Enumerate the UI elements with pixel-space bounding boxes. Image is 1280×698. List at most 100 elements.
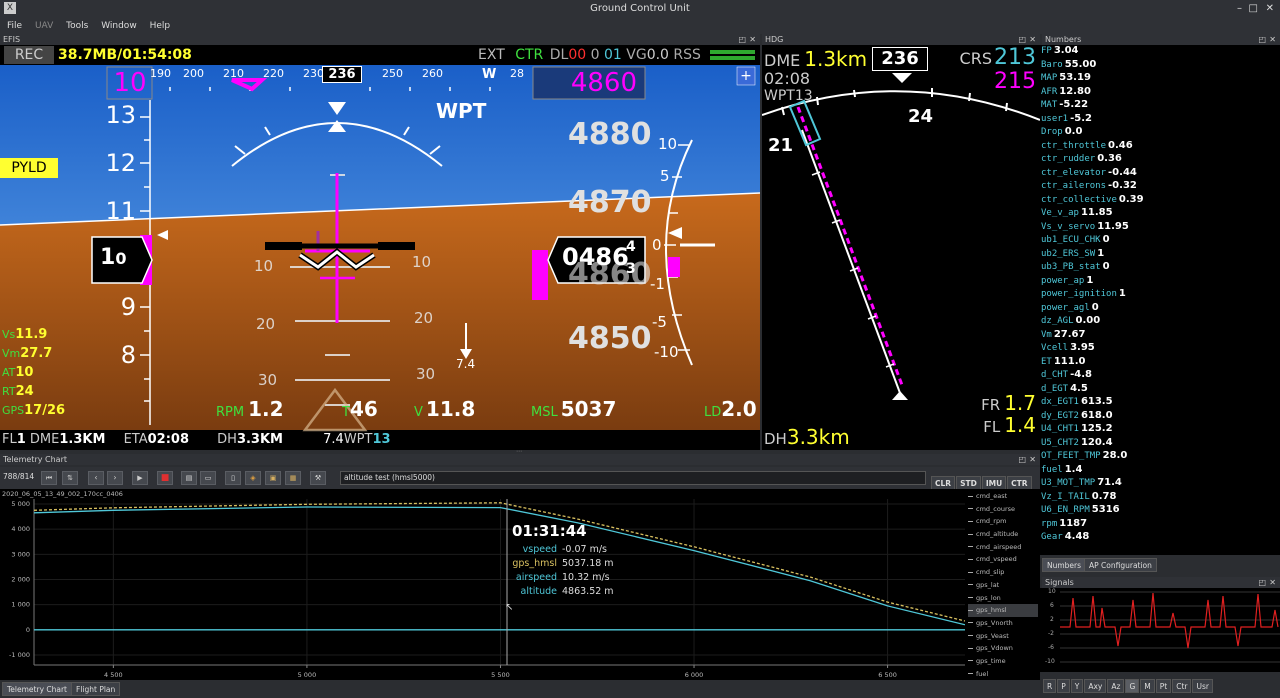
panel-close-icon[interactable]: ✕ [1029, 34, 1036, 45]
mode-btn-clr[interactable]: CLR [931, 476, 956, 490]
record-stop-icon[interactable]: ■ [157, 471, 173, 485]
menu-help[interactable]: Help [150, 21, 171, 31]
rec-label: REC [4, 46, 54, 64]
hdg-dme: DME 1.3km [764, 47, 867, 71]
tab-ap-configuration[interactable]: AP Configuration [1084, 558, 1157, 572]
mode-btn-ctr[interactable]: CTR [1007, 476, 1032, 490]
legend-label: cmd_rpm [976, 517, 1007, 526]
minimize-icon[interactable]: – [1237, 0, 1242, 18]
tools-icon[interactable]: ⚒ [310, 471, 326, 485]
legend-item[interactable]: cmd_altitude [968, 528, 1038, 541]
signal-btn-y[interactable]: Y [1070, 679, 1084, 693]
efis-bottom-bar: FL1 DME1.3KM ETA02:08 DH3.3KM 7.4WPT13 [2, 431, 391, 449]
panel-float-icon[interactable]: ◰ [738, 34, 746, 45]
number-key: U5_CHT2 [1041, 437, 1079, 448]
legend-item[interactable]: gps_Veast [968, 630, 1038, 643]
panel-float-icon[interactable]: ◰ [1258, 577, 1266, 588]
legend-item[interactable]: cmd_vspeed [968, 553, 1038, 566]
panel-close-icon[interactable]: ✕ [1269, 34, 1276, 45]
signal-btn-az[interactable]: Az [1107, 679, 1125, 693]
telemetry-search-input[interactable]: altitude test (hmsl5000) [340, 471, 926, 485]
legend-item[interactable]: gps_time [968, 655, 1038, 668]
document-icon[interactable]: ▯ [225, 471, 241, 485]
tab-numbers[interactable]: Numbers [1042, 558, 1087, 572]
at-label: AT [2, 366, 16, 379]
fl-value: 1 [16, 432, 26, 447]
maximize-icon[interactable]: □ [1249, 0, 1258, 18]
rpm-readout: RPM 1.2 [216, 397, 284, 421]
menu-tools[interactable]: Tools [66, 21, 88, 31]
signal-btn-r[interactable]: R [1043, 679, 1057, 693]
rewind-icon[interactable]: ⏮ [41, 471, 57, 485]
tooltip-rows: vspeed -0.07 m/s gps_hmsl 5037.18 m airspeed… [512, 543, 662, 599]
splitter-handle[interactable]: ⋯ [516, 449, 526, 455]
y-tick-label: 2 000 [11, 575, 30, 583]
number-value: 1187 [1059, 517, 1088, 529]
menu-window[interactable]: Window [101, 21, 137, 31]
numbers-panel: FP 3.04 Baro 55.00 MAP 53.19 AFR 12.80 MAT -5.22 u… [1040, 45, 1280, 555]
tab-flight-plan[interactable]: Flight Plan [71, 682, 121, 696]
numbers-panel-header: Numbers ◰ ✕ [1042, 34, 1280, 45]
vs-tick-label: 10 [658, 135, 678, 153]
legend-item[interactable]: gps_lat [968, 579, 1038, 592]
next-icon[interactable]: › [107, 471, 123, 485]
t-readout: T46 [342, 397, 378, 421]
number-key: dz_AGL [1041, 316, 1074, 326]
wpt-bottom-value: 13 [372, 432, 391, 447]
tab-telemetry-chart[interactable]: Telemetry Chart [2, 682, 72, 696]
number-row: rpm 1187 [1041, 518, 1280, 532]
menu-file[interactable]: File [7, 21, 22, 31]
panel-close-icon[interactable]: ✕ [749, 34, 756, 45]
panel-close-icon[interactable]: ✕ [1269, 577, 1276, 588]
window-titlebar: X Ground Control Unit – □ ✕ [0, 0, 1280, 18]
signal-btn-ctr[interactable]: Ctr [1172, 679, 1192, 693]
speed-readout-main: 1 [100, 245, 116, 270]
menu-uav[interactable]: UAV [35, 21, 53, 31]
archive-icon[interactable]: ▦ [285, 471, 301, 485]
folder-icon[interactable]: ▣ [265, 471, 281, 485]
tooltip-value: 5037.18 m [562, 558, 614, 569]
signal-btn-pt[interactable]: Pt [1155, 679, 1172, 693]
ld-label: LD [704, 405, 722, 420]
mode-btn-imu[interactable]: IMU [981, 476, 1007, 490]
step-icon[interactable]: ⇅ [62, 471, 78, 485]
hdg-tick-label: 220 [263, 67, 284, 80]
legend-item[interactable]: fuel [968, 668, 1038, 681]
signal-btn-m[interactable]: M [1140, 679, 1155, 693]
legend-item[interactable]: gps_lon [968, 592, 1038, 605]
legend-item[interactable]: gps_Vdown [968, 642, 1038, 655]
signal-btn-usr[interactable]: Usr [1192, 679, 1213, 693]
number-row: ET 111.0 [1041, 356, 1280, 370]
signal-btn-p[interactable]: P [1057, 679, 1070, 693]
legend-item[interactable]: gps_hmsl [968, 604, 1038, 617]
prev-icon[interactable]: ‹ [88, 471, 104, 485]
number-key: ub3_PB_stat [1041, 262, 1101, 272]
signal-btn-axy[interactable]: Axy [1084, 679, 1107, 693]
hdg-tick-label: 250 [382, 67, 403, 80]
legend-item[interactable]: gps_Vnorth [968, 617, 1038, 630]
mode-btn-std[interactable]: STD [956, 476, 981, 490]
legend-item[interactable]: cmd_rpm [968, 515, 1038, 528]
legend-item[interactable]: cmd_slip [968, 566, 1038, 579]
add-panel-icon[interactable]: + [737, 67, 755, 85]
legend-item[interactable]: cmd_east [968, 490, 1038, 503]
panel-close-icon[interactable]: ✕ [1029, 454, 1036, 465]
hdg-dme-value: 1.3km [804, 47, 868, 71]
signals-svg [1060, 591, 1280, 663]
close-icon[interactable]: ✕ [1266, 0, 1274, 18]
legend-item[interactable]: cmd_course [968, 503, 1038, 516]
film-icon[interactable]: ▤ [181, 471, 197, 485]
number-value: 1 [1097, 247, 1105, 259]
window-icon[interactable]: ▭ [200, 471, 216, 485]
number-row: ub2_ERS_SW 1 [1041, 248, 1280, 262]
panel-float-icon[interactable]: ◰ [1018, 34, 1026, 45]
image-icon[interactable]: ◈ [245, 471, 261, 485]
legend-item[interactable]: cmd_airspeed [968, 541, 1038, 554]
number-row: dz_AGL 0.00 [1041, 315, 1280, 329]
panel-float-icon[interactable]: ◰ [1258, 34, 1266, 45]
legend-label: gps_time [976, 656, 1006, 665]
panel-float-icon[interactable]: ◰ [1018, 454, 1026, 465]
play-icon[interactable]: ▶ [132, 471, 148, 485]
legend-label: gps_Vdown [976, 644, 1013, 653]
signal-btn-g[interactable]: G [1125, 679, 1140, 693]
